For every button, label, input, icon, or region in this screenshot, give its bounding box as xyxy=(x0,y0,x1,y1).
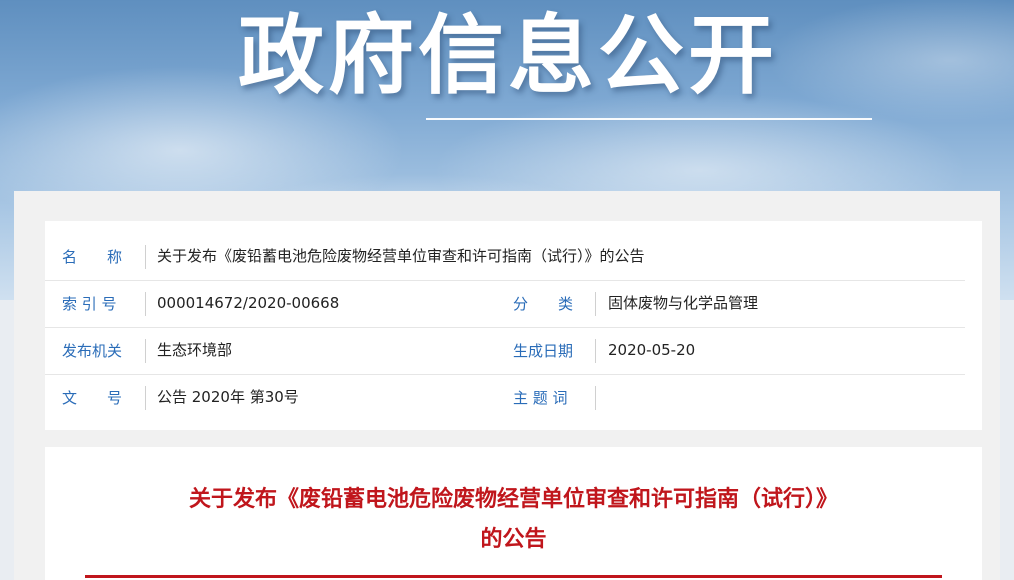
title-divider xyxy=(85,575,942,578)
category-value: 固体废物与化学品管理 xyxy=(608,294,759,312)
index-value: 000014672/2020-00668 xyxy=(157,294,340,312)
divider xyxy=(145,292,146,316)
issuer-label: 发布机关 xyxy=(62,342,123,360)
date-label: 生成日期 xyxy=(513,342,574,360)
page: 政府信息公开 名 称 关于发布《废铅蓄电池危险废物经营单位审查和许可指南（试行）… xyxy=(0,0,1014,580)
divider xyxy=(145,245,146,269)
name-label: 名 称 xyxy=(62,248,123,266)
info-table: 名 称 关于发布《废铅蓄电池危险废物经营单位审查和许可指南（试行）》的公告 索 … xyxy=(45,221,982,430)
issuer-value: 生态环境部 xyxy=(157,341,233,359)
index-label: 索 引 号 xyxy=(62,295,117,313)
banner-underline xyxy=(426,118,872,120)
divider xyxy=(145,386,146,410)
keywords-label: 主 题 词 xyxy=(513,389,568,407)
info-row-name: 名 称 关于发布《废铅蓄电池危险废物经营单位审查和许可指南（试行）》的公告 xyxy=(45,234,965,281)
docno-label: 文 号 xyxy=(62,389,123,407)
info-row-issuer: 发布机关 生态环境部 生成日期 2020-05-20 xyxy=(45,328,965,375)
date-value: 2020-05-20 xyxy=(608,341,696,359)
docno-value: 公告 2020年 第30号 xyxy=(157,388,299,406)
divider xyxy=(595,292,596,316)
banner-title: 政府信息公开 xyxy=(238,6,778,106)
article-title-line1: 关于发布《废铅蓄电池危险废物经营单位审查和许可指南（试行）》 xyxy=(188,487,838,512)
article-title-line2: 的公告 xyxy=(480,527,547,552)
category-label: 分 类 xyxy=(513,295,574,313)
name-value: 关于发布《废铅蓄电池危险废物经营单位审查和许可指南（试行）》的公告 xyxy=(157,247,645,265)
info-row-index: 索 引 号 000014672/2020-00668 分 类 固体废物与化学品管… xyxy=(45,281,965,328)
divider xyxy=(595,386,596,410)
article-card: 关于发布《废铅蓄电池危险废物经营单位审查和许可指南（试行）》 的公告 xyxy=(45,447,982,580)
info-row-docno: 文 号 公告 2020年 第30号 主 题 词 xyxy=(45,375,965,421)
divider xyxy=(595,339,596,363)
divider xyxy=(145,339,146,363)
